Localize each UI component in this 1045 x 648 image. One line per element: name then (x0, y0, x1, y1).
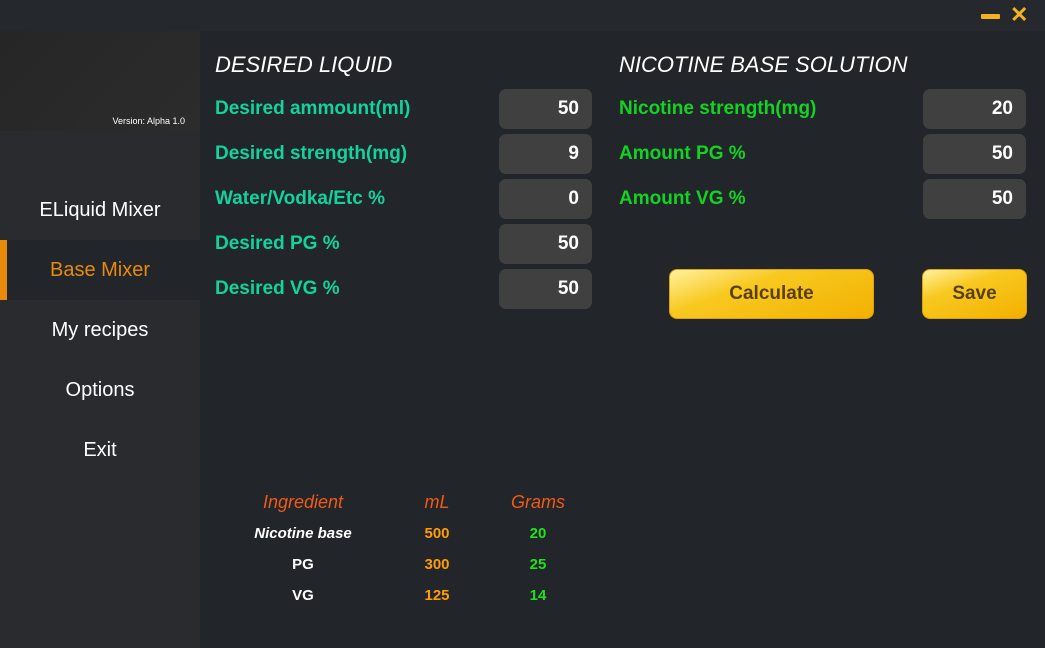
nicotine-base-heading: NICOTINE BASE SOLUTION (619, 52, 908, 77)
ingredient-ml: 300 (424, 556, 450, 573)
nicotine-strength-label: Nicotine strength(mg) (619, 98, 817, 119)
desired-amount-label: Desired ammount(ml) (215, 98, 411, 119)
amount-pg-input[interactable]: 50 (923, 134, 1026, 174)
logo: Version: Alpha 1.0 (0, 31, 200, 131)
amount-pg-label: Amount PG % (619, 143, 746, 164)
amount-vg-label: Amount VG % (619, 188, 746, 209)
desired-liquid-heading: DESIRED LIQUID (215, 52, 393, 77)
ingredient-grams: 20 (529, 525, 547, 542)
desired-strength-label: Desired strength(mg) (215, 143, 408, 164)
close-icon[interactable]: ✕ (1010, 4, 1028, 26)
title-bar[interactable]: ✕ (0, 0, 1045, 31)
desired-vg-input[interactable]: 50 (499, 269, 592, 309)
header-ml: mL (424, 492, 450, 512)
desired-amount-input[interactable]: 50 (499, 89, 592, 129)
sidebar: Version: Alpha 1.0 ELiquid Mixer Base Mi… (0, 31, 200, 648)
version-label: Version: Alpha 1.0 (112, 116, 185, 126)
calculate-button[interactable]: Calculate (669, 269, 874, 319)
water-input[interactable]: 0 (499, 179, 592, 219)
amount-vg-input[interactable]: 50 (923, 179, 1026, 219)
sidebar-item-exit[interactable]: Exit (0, 420, 200, 480)
desired-vg-label: Desired VG % (215, 278, 340, 299)
ingredient-name: Nicotine base (254, 525, 352, 542)
sidebar-item-my-recipes[interactable]: My recipes (0, 300, 200, 360)
ingredient-name: VG (292, 587, 314, 604)
header-grams: Grams (511, 492, 565, 512)
desired-strength-input[interactable]: 9 (499, 134, 592, 174)
desired-pg-input[interactable]: 50 (499, 224, 592, 264)
sidebar-item-label: Base Mixer (49, 259, 151, 281)
ingredient-ml: 500 (424, 525, 450, 542)
ingredient-grams: 25 (529, 556, 547, 573)
save-button[interactable]: Save (922, 269, 1027, 319)
water-label: Water/Vodka/Etc % (215, 188, 385, 209)
ingredient-grams: 14 (529, 587, 547, 604)
minimize-icon[interactable] (981, 14, 1000, 19)
nicotine-strength-input[interactable]: 20 (923, 89, 1026, 129)
sidebar-item-options[interactable]: Options (0, 360, 200, 420)
sidebar-item-eliquid-mixer[interactable]: ELiquid Mixer (0, 180, 200, 240)
header-ingredient: Ingredient (262, 492, 344, 512)
ingredient-ml: 125 (424, 587, 450, 604)
ingredient-name: PG (292, 556, 314, 573)
sidebar-item-base-mixer[interactable]: Base Mixer (0, 240, 200, 300)
desired-pg-label: Desired PG % (215, 233, 340, 254)
